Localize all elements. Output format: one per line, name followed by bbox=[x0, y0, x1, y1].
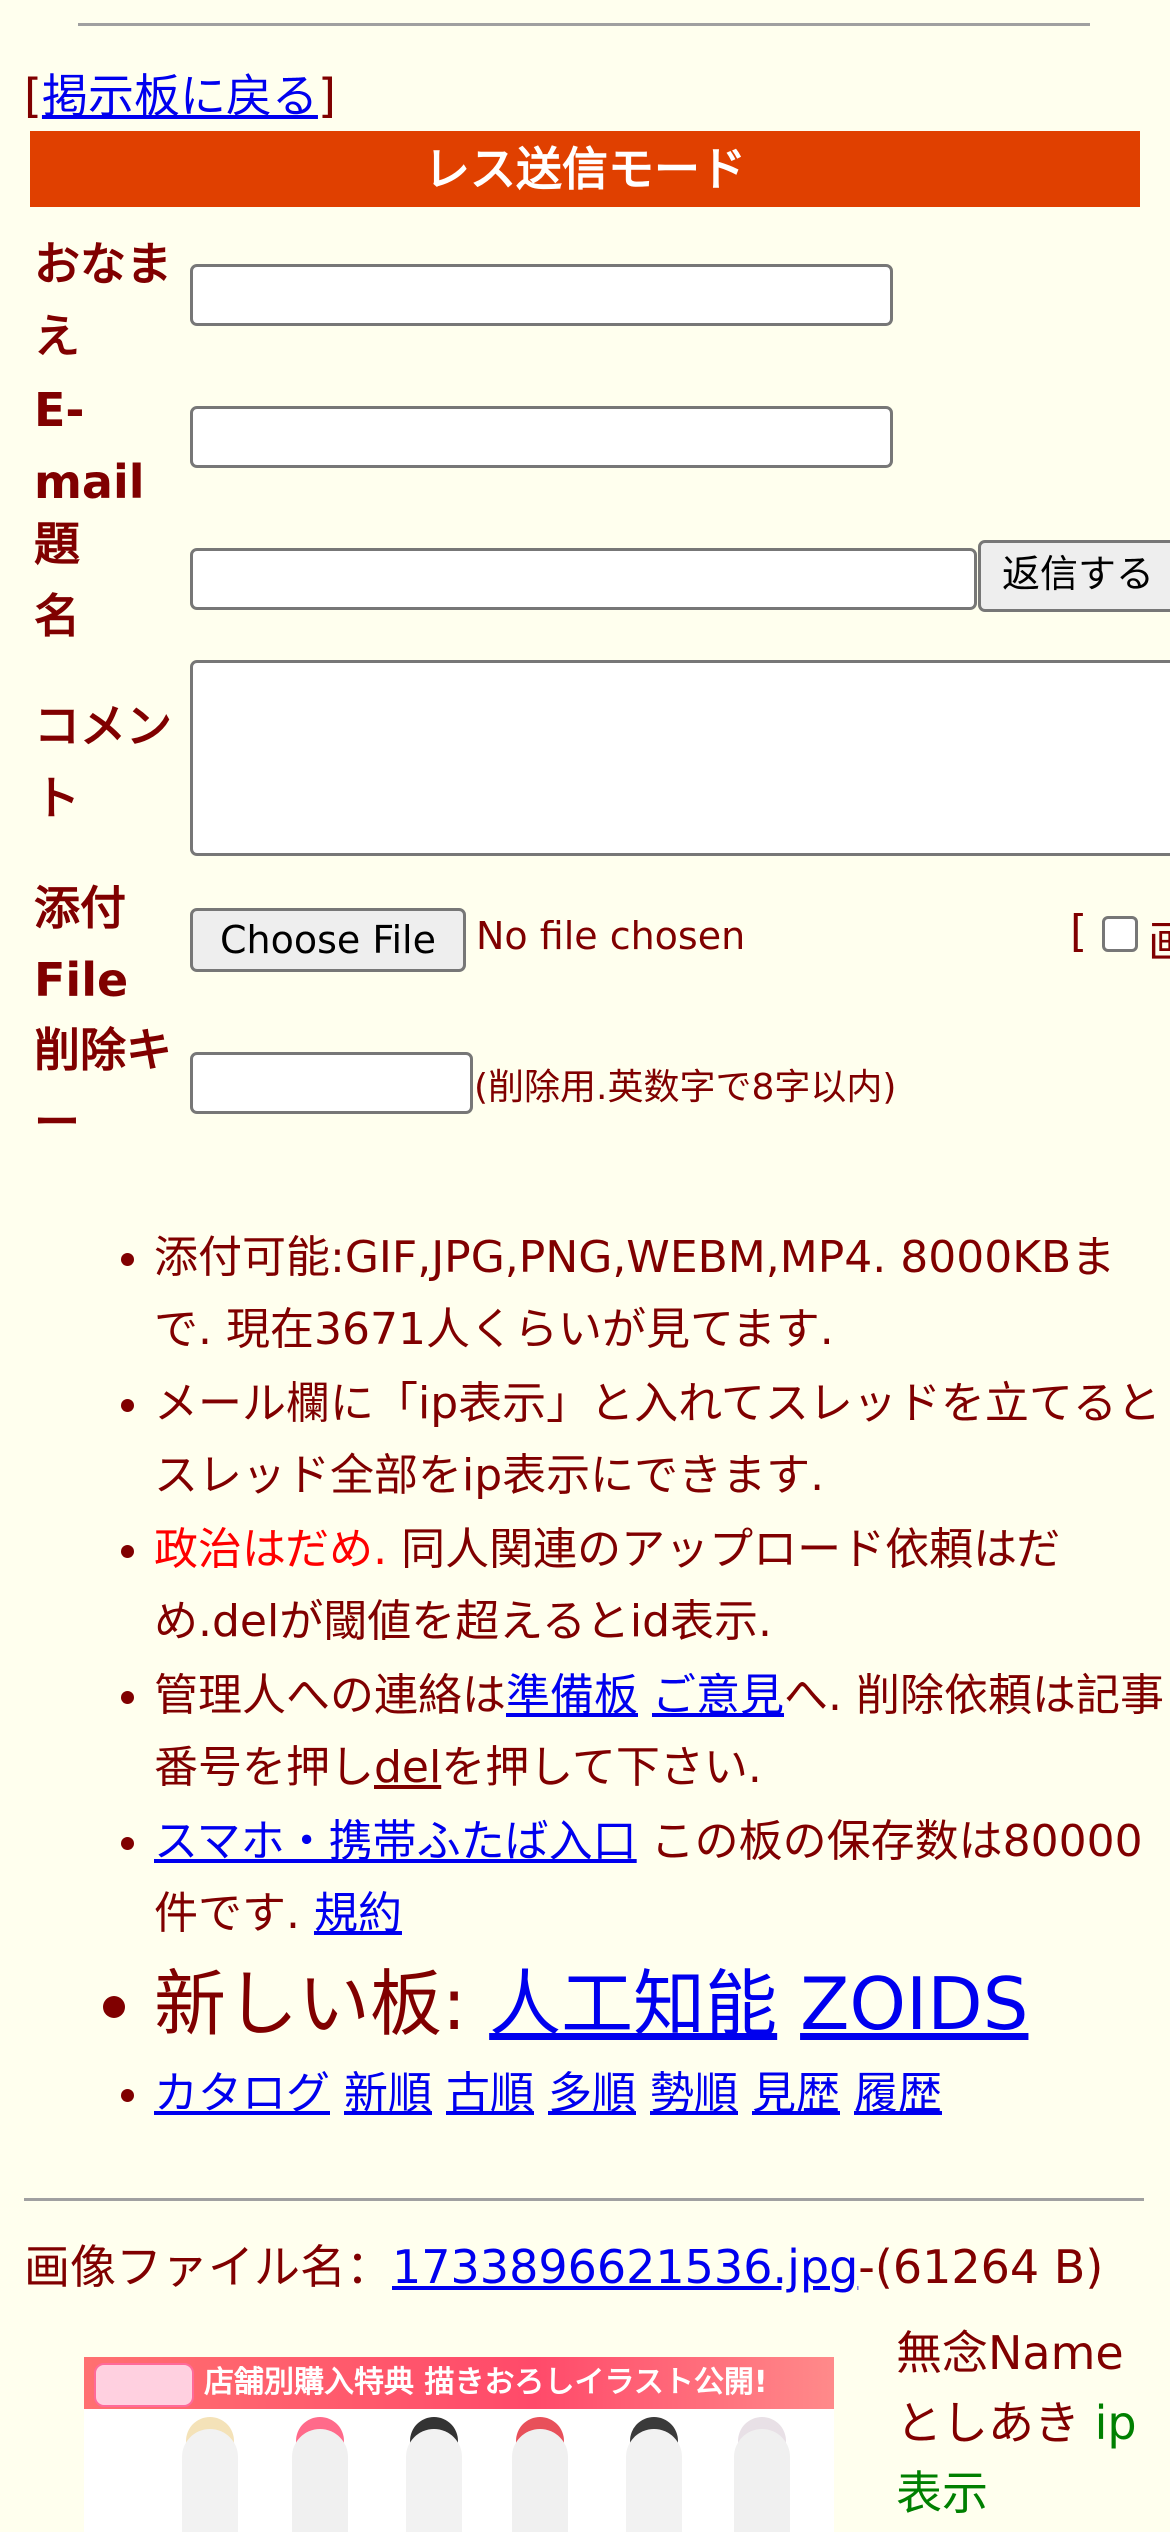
image-option-checkbox[interactable] bbox=[1102, 916, 1138, 952]
feedback-link[interactable]: ご意見 bbox=[652, 1670, 784, 1721]
view-history-link[interactable]: 見歴 bbox=[752, 2068, 840, 2119]
figure-icon bbox=[626, 2429, 682, 2532]
mobile-entrance-link[interactable]: スマホ・携帯ふたば入口 bbox=[154, 1816, 637, 1867]
back-nav: [掲示板に戻る] bbox=[24, 60, 336, 126]
post-thumbnail[interactable]: 店舗別購入特典 描きおろしイラスト公開! bbox=[84, 2357, 834, 2532]
choose-file-button[interactable]: Choose File bbox=[190, 908, 466, 972]
delete-key-note: (削除用.英数字で8字以内) bbox=[474, 1067, 897, 1108]
no-politics-warning: 政治はだめ. bbox=[154, 1524, 388, 1575]
figure-icon bbox=[734, 2429, 790, 2532]
note-attachments: 添付可能:GIF,JPG,PNG,WEBM,MP4. 8000KBまで. 現在3… bbox=[154, 1222, 1164, 1366]
bracket-open: [ bbox=[24, 69, 42, 123]
name-label: おなまえ bbox=[34, 237, 172, 363]
email-input[interactable] bbox=[190, 406, 893, 468]
figure-icon bbox=[182, 2429, 238, 2532]
sort-new-link[interactable]: 新順 bbox=[344, 2068, 432, 2119]
figure-icon bbox=[292, 2429, 348, 2532]
note-sort-links: カタログ 新順 古順 多順 勢順 見歴 履歴 bbox=[154, 2058, 1164, 2130]
thumbnail-banner: 店舗別購入特典 描きおろしイラスト公開! bbox=[84, 2357, 834, 2409]
bracket-close: ] bbox=[317, 69, 336, 123]
name-input[interactable] bbox=[190, 264, 893, 326]
del-word: del bbox=[374, 1742, 442, 1793]
image-file-link[interactable]: 1733896621536.jpg bbox=[392, 2240, 858, 2294]
sort-momentum-link[interactable]: 勢順 bbox=[650, 2068, 738, 2119]
board-notes: 添付可能:GIF,JPG,PNG,WEBM,MP4. 8000KBまで. 現在3… bbox=[34, 1222, 1164, 2132]
comment-label: コメント bbox=[34, 699, 172, 825]
reply-submit-button[interactable]: 返信する bbox=[978, 540, 1170, 612]
subject-input[interactable] bbox=[190, 548, 977, 610]
note-new-boards: 新しい板: 人工知能 ZOIDS bbox=[154, 1952, 1164, 2056]
subject-label: 題名 bbox=[34, 517, 80, 643]
prep-board-link[interactable]: 準備板 bbox=[506, 1670, 638, 1721]
bottom-divider bbox=[24, 2198, 1144, 2201]
catalog-link[interactable]: カタログ bbox=[154, 2068, 330, 2119]
post-subject: 無念 bbox=[896, 2326, 988, 2380]
logo-icon bbox=[94, 2363, 194, 2407]
note-mobile: スマホ・携帯ふたば入口 この板の保存数は80000件です. 規約 bbox=[154, 1806, 1164, 1950]
poster-name: としあき bbox=[896, 2396, 1080, 2450]
delete-key-label: 削除キー bbox=[34, 1023, 172, 1149]
post-header: 無念Name としあき ip表示 bbox=[896, 2318, 1166, 2528]
note-contact: 管理人への連絡は準備板 ご意見へ. 削除依頼は記事番号を押しdelを押して下さい… bbox=[154, 1660, 1164, 1804]
sort-old-link[interactable]: 古順 bbox=[446, 2068, 534, 2119]
top-divider bbox=[78, 23, 1090, 26]
figure-icon bbox=[406, 2429, 462, 2532]
file-label: 添付File bbox=[34, 881, 129, 1007]
terms-link[interactable]: 規約 bbox=[314, 1888, 402, 1939]
image-option-label: 画 bbox=[1148, 906, 1170, 970]
sort-many-link[interactable]: 多順 bbox=[548, 2068, 636, 2119]
reply-mode-banner: レス送信モード bbox=[30, 131, 1140, 207]
email-label: E-mail bbox=[34, 383, 145, 509]
option-bracket: [ bbox=[1070, 906, 1088, 957]
no-file-chosen-text: No file chosen bbox=[476, 914, 746, 958]
delete-key-input[interactable] bbox=[190, 1052, 473, 1114]
note-ip-display: メール欄に「ip表示」と入れてスレッドを立てるとスレッド全部をip表示にできます… bbox=[154, 1368, 1164, 1512]
comment-textarea[interactable] bbox=[190, 660, 1170, 856]
back-to-board-link[interactable]: 掲示板に戻る bbox=[42, 69, 318, 123]
post-history-link[interactable]: 履歴 bbox=[854, 2068, 942, 2119]
post-file-info: 画像ファイル名：1733896621536.jpg-(61264 B) bbox=[24, 2240, 1104, 2294]
post-name: Name bbox=[988, 2326, 1124, 2380]
zoids-board-link[interactable]: ZOIDS bbox=[800, 1962, 1028, 2046]
ai-board-link[interactable]: 人工知能 bbox=[489, 1962, 777, 2046]
figure-icon bbox=[512, 2429, 568, 2532]
note-rules: 政治はだめ. 同人関連のアップロード依頼はだめ.delが閾値を超えるとid表示. bbox=[154, 1514, 1164, 1658]
